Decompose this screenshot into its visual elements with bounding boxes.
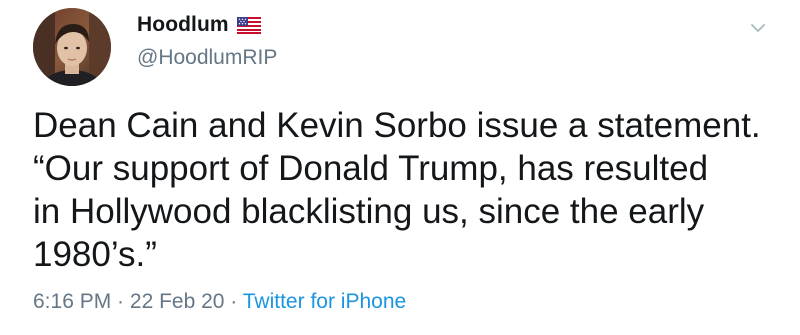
meta-separator: ·: [111, 290, 130, 313]
name-row: Hoodlum: [137, 8, 261, 42]
avatar[interactable]: [33, 8, 111, 86]
tweet-source-link[interactable]: Twitter for iPhone: [243, 290, 406, 313]
user-handle[interactable]: @HoodlumRIP: [137, 46, 277, 70]
tweet-card: Hoodlum @HoodlumRIP Dean Cain and Kevin …: [0, 0, 800, 335]
tweet-meta: 6:16 PM · 22 Feb 20 · Twitter for iPhone: [33, 290, 406, 314]
tweet-time[interactable]: 6:16 PM: [33, 290, 111, 313]
chevron-down-icon[interactable]: [748, 18, 768, 38]
us-flag-icon: [236, 16, 261, 34]
tweet-date[interactable]: 22 Feb 20: [130, 290, 225, 313]
display-name[interactable]: Hoodlum: [137, 13, 229, 37]
tweet-text: Dean Cain and Kevin Sorbo issue a statem…: [33, 106, 761, 274]
avatar-image: [33, 8, 111, 86]
meta-separator: ·: [224, 290, 243, 313]
